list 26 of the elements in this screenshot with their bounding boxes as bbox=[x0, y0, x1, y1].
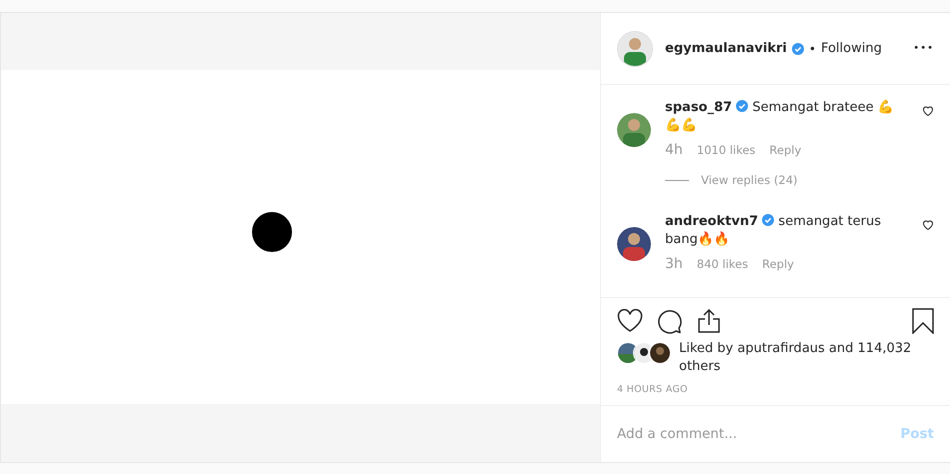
separator-dot: • bbox=[808, 42, 816, 56]
following-status[interactable]: Following bbox=[820, 41, 882, 56]
bookmark-icon[interactable] bbox=[912, 308, 934, 334]
like-count-link[interactable]: 1010 likes bbox=[696, 141, 756, 159]
avatar-icon bbox=[649, 342, 671, 364]
comment-text: andreoktvn7 semangat terus bang🔥🔥 bbox=[665, 213, 882, 249]
likes-summary: Liked by aputrafirdaus and 114,032 others bbox=[679, 340, 912, 376]
reply-link[interactable]: Reply bbox=[762, 255, 794, 273]
post-timestamp: 4 HOURS AGO bbox=[617, 384, 689, 395]
avatar-icon bbox=[617, 113, 651, 147]
comment-text: spaso_87 Semangat brateee 💪💪💪 bbox=[665, 99, 895, 135]
reply-link[interactable]: Reply bbox=[769, 141, 802, 159]
heart-icon[interactable] bbox=[922, 219, 934, 231]
share-icon[interactable] bbox=[697, 308, 721, 334]
comment-time: 3h bbox=[665, 255, 683, 273]
like-count-link[interactable]: 840 likes bbox=[696, 255, 748, 273]
avatar-icon bbox=[617, 227, 651, 261]
avatar-icon bbox=[617, 30, 653, 66]
heart-icon[interactable] bbox=[617, 309, 643, 333]
heart-icon[interactable] bbox=[922, 105, 934, 117]
view-replies-link[interactable]: View replies (24) bbox=[701, 171, 798, 189]
username[interactable]: egymaulanavikri bbox=[665, 41, 787, 56]
comment-input-field[interactable]: Add a comment... bbox=[617, 426, 892, 442]
comment-time: 4h bbox=[665, 141, 683, 159]
more-options-button[interactable]: ••• bbox=[913, 43, 934, 54]
comment-icon[interactable] bbox=[657, 308, 683, 334]
